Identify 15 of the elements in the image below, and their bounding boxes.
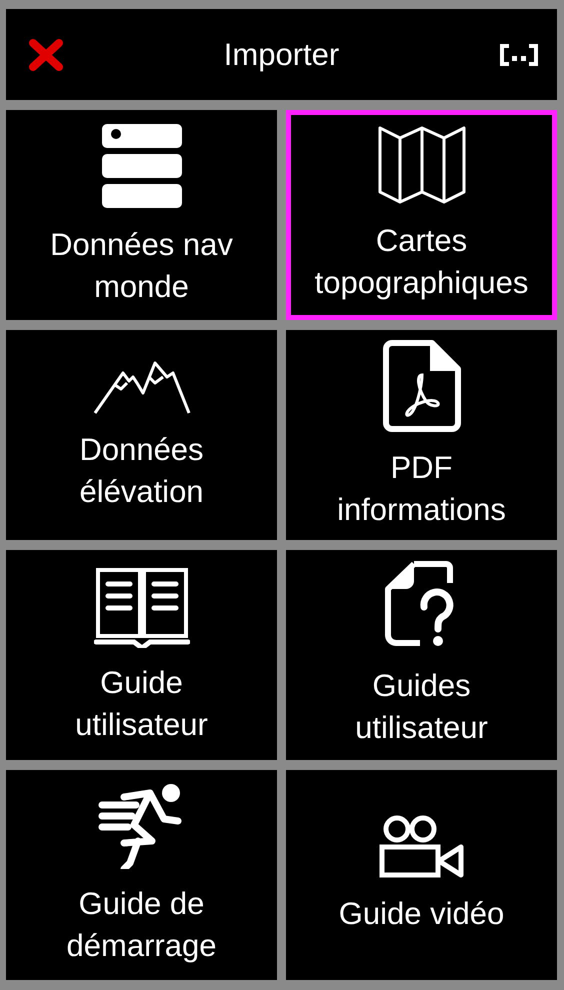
import-tile[interactable]: Guides utilisateur xyxy=(286,550,557,760)
movie-camera-icon xyxy=(378,815,464,879)
dialog-title: Importer xyxy=(224,36,340,72)
import-tile[interactable]: PDF informations xyxy=(286,330,557,540)
import-tile[interactable]: Guide utilisateur xyxy=(6,550,277,760)
import-tile[interactable]: Données nav monde xyxy=(6,110,277,320)
import-tile[interactable]: Données élévation xyxy=(6,330,277,540)
close-icon[interactable] xyxy=(28,38,64,72)
import-tile[interactable]: Guide de démarrage xyxy=(6,770,277,980)
folded-map-icon xyxy=(378,126,466,206)
server-icon xyxy=(100,122,184,210)
pdf-file-icon xyxy=(382,339,462,433)
import-tile[interactable]: Guide vidéo xyxy=(286,770,557,980)
fullscreen-icon[interactable] xyxy=(498,44,539,66)
import-tile[interactable]: Cartes topographiques xyxy=(286,110,557,320)
